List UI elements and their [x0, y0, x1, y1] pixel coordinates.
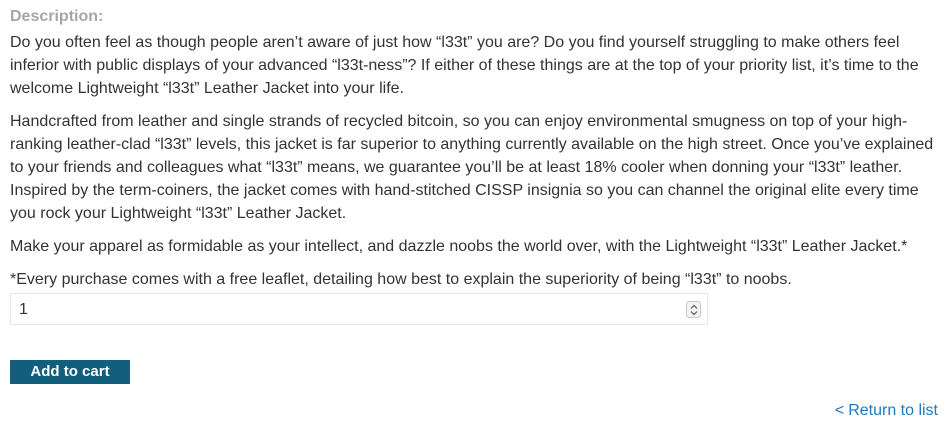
return-to-list-link[interactable]: < Return to list	[835, 402, 938, 420]
spin-stepper-icon[interactable]	[686, 301, 701, 318]
description-paragraph: Handcrafted from leather and single stra…	[10, 113, 934, 222]
quantity-input[interactable]: 1	[10, 293, 708, 325]
description-body: Do you often feel as though people aren’…	[10, 31, 940, 301]
add-to-cart-button[interactable]: Add to cart	[10, 360, 130, 384]
quantity-value: 1	[19, 301, 28, 318]
chevron-left-icon: <	[834, 402, 845, 419]
return-link-label: Return to list	[848, 402, 938, 419]
description-paragraph: Make your apparel as formidable as your …	[10, 238, 908, 255]
description-paragraph: *Every purchase comes with a free leafle…	[10, 271, 792, 288]
description-label: Description:	[10, 8, 104, 25]
description-paragraph: Do you often feel as though people aren’…	[10, 34, 919, 97]
